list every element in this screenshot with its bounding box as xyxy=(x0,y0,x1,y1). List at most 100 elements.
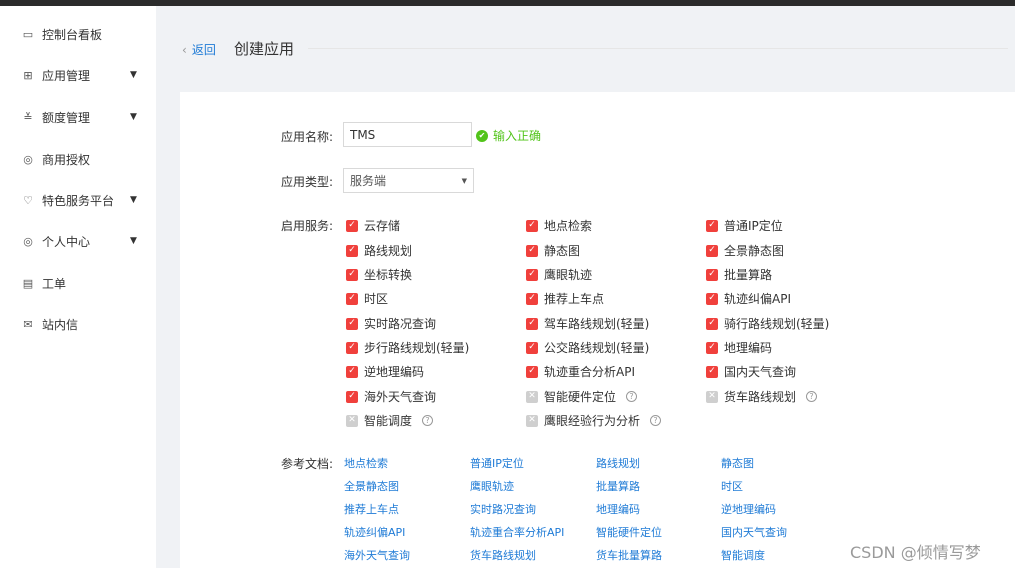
expand-arrow-icon[interactable]: ▼ xyxy=(130,70,137,80)
doc-link[interactable]: 鹰眼轨迹 xyxy=(470,478,514,494)
expand-arrow-icon[interactable]: ▼ xyxy=(130,112,137,122)
help-icon[interactable]: ? xyxy=(806,391,818,402)
service-label: 货车路线规划 xyxy=(724,390,797,404)
service-label: 骑行路线规划(轻量) xyxy=(724,317,830,331)
service-label: 轨迹纠偏API xyxy=(724,292,791,306)
service-checkbox[interactable]: ✓ 推荐上车点 xyxy=(526,290,604,307)
back-link[interactable]: ‹ 返回 xyxy=(182,41,216,58)
service-checkbox[interactable]: ✓ 海外天气查询 xyxy=(346,388,436,405)
service-checkbox[interactable]: ✓ 轨迹纠偏API xyxy=(706,290,791,307)
doc-link[interactable]: 货车批量算路 xyxy=(596,547,662,563)
sidebar: ▭ 控制台看板 ⊞ 应用管理 ▼ ≚ 额度管理 ▼ ◎ 商用授权 ♡ 特色服务平台 ▼ ◎ 个人中心 ▼ ▤ 工单… xyxy=(0,6,156,568)
service-label: 智能硬件定位 xyxy=(544,390,617,404)
doc-link[interactable]: 国内天气查询 xyxy=(721,524,787,540)
doc-link[interactable]: 推荐上车点 xyxy=(344,501,399,517)
doc-link[interactable]: 实时路况查询 xyxy=(470,501,536,517)
service-label: 驾车路线规划(轻量) xyxy=(544,317,650,331)
doc-link[interactable]: 时区 xyxy=(721,478,743,494)
doc-link[interactable]: 智能调度 xyxy=(721,547,765,563)
service-checkbox[interactable]: ✓ 公交路线规划(轻量) xyxy=(526,339,649,356)
service-checkbox[interactable]: ✕ 智能硬件定位? xyxy=(526,388,638,405)
doc-link[interactable]: 轨迹重合率分析API xyxy=(470,524,564,540)
service-checkbox[interactable]: ✓ 坐标转换 xyxy=(346,266,412,283)
service-label: 地点检索 xyxy=(544,219,593,233)
checkbox-disabled-icon: ✕ xyxy=(706,390,718,403)
sidebar-item-4[interactable]: ♡ 特色服务平台 ▼ xyxy=(0,186,156,214)
expand-arrow-icon[interactable]: ▼ xyxy=(130,236,137,246)
sidebar-item-2[interactable]: ≚ 额度管理 ▼ xyxy=(0,103,156,131)
sidebar-item-label: 商用授权 xyxy=(42,152,91,167)
header-divider xyxy=(308,48,1008,49)
service-checkbox[interactable]: ✓ 逆地理编码 xyxy=(346,363,424,380)
service-checkbox[interactable]: ✓ 时区 xyxy=(346,290,388,307)
service-checkbox[interactable]: ✓ 路线规划 xyxy=(346,242,412,259)
checkbox-checked-icon: ✓ xyxy=(526,219,538,232)
service-checkbox[interactable]: ✓ 云存储 xyxy=(346,217,400,234)
sidebar-item-5[interactable]: ◎ 个人中心 ▼ xyxy=(0,227,156,255)
service-checkbox[interactable]: ✓ 全景静态图 xyxy=(706,242,784,259)
help-icon[interactable]: ? xyxy=(422,415,434,426)
checkbox-disabled-icon: ✕ xyxy=(526,414,538,427)
doc-link[interactable]: 批量算路 xyxy=(596,478,640,494)
expand-arrow-icon[interactable]: ▼ xyxy=(130,195,137,205)
chevron-left-icon: ‹ xyxy=(182,43,187,57)
service-label: 鹰眼经验行为分析 xyxy=(544,414,641,428)
doc-link[interactable]: 路线规划 xyxy=(596,455,640,471)
app-name-input[interactable] xyxy=(343,122,472,147)
service-checkbox[interactable]: ✓ 驾车路线规划(轻量) xyxy=(526,315,649,332)
help-icon[interactable]: ? xyxy=(626,391,638,402)
service-checkbox[interactable]: ✓ 轨迹重合分析API xyxy=(526,363,635,380)
doc-link[interactable]: 轨迹纠偏API xyxy=(344,524,405,540)
app-type-select[interactable]: 服务端 ▼ xyxy=(343,168,474,193)
sidebar-item-label: 额度管理 xyxy=(42,110,91,125)
checkbox-checked-icon: ✓ xyxy=(706,219,718,232)
service-checkbox[interactable]: ✓ 静态图 xyxy=(526,242,580,259)
service-checkbox[interactable]: ✓ 地点检索 xyxy=(526,217,592,234)
service-label: 时区 xyxy=(364,292,389,306)
sidebar-item-label: 工单 xyxy=(42,276,67,291)
service-label: 普通IP定位 xyxy=(724,219,783,233)
service-checkbox[interactable]: ✓ 鹰眼轨迹 xyxy=(526,266,592,283)
doc-link[interactable]: 普通IP定位 xyxy=(470,455,524,471)
checkbox-checked-icon: ✓ xyxy=(526,341,538,354)
help-icon[interactable]: ? xyxy=(650,415,662,426)
check-circle-icon: ✔ xyxy=(476,129,488,142)
sidebar-item-6[interactable]: ▤ 工单 xyxy=(0,269,156,297)
checkbox-checked-icon: ✓ xyxy=(706,244,718,257)
service-checkbox[interactable]: ✕ 智能调度? xyxy=(346,412,434,429)
doc-link[interactable]: 货车路线规划 xyxy=(470,547,536,563)
checkbox-checked-icon: ✓ xyxy=(706,365,718,378)
service-checkbox[interactable]: ✓ 地理编码 xyxy=(706,339,772,356)
service-checkbox[interactable]: ✓ 步行路线规划(轻量) xyxy=(346,339,469,356)
mail-icon: ✉ xyxy=(23,317,33,331)
sidebar-item-1[interactable]: ⊞ 应用管理 ▼ xyxy=(0,61,156,89)
service-label: 鹰眼轨迹 xyxy=(544,268,593,282)
doc-link[interactable]: 智能硬件定位 xyxy=(596,524,662,540)
service-checkbox[interactable]: ✓ 国内天气查询 xyxy=(706,363,796,380)
sidebar-item-label: 特色服务平台 xyxy=(42,193,115,208)
clipboard-icon: ▤ xyxy=(22,276,34,290)
doc-link[interactable]: 地理编码 xyxy=(596,501,640,517)
service-checkbox[interactable]: ✕ 鹰眼经验行为分析? xyxy=(526,412,662,429)
service-checkbox[interactable]: ✕ 货车路线规划? xyxy=(706,388,818,405)
app-type-value: 服务端 xyxy=(350,174,387,188)
shield-check-icon: ◎ xyxy=(23,152,33,166)
service-checkbox[interactable]: ✓ 骑行路线规划(轻量) xyxy=(706,315,829,332)
user-circle-icon: ◎ xyxy=(23,234,33,248)
doc-link[interactable]: 海外天气查询 xyxy=(344,547,410,563)
service-label: 公交路线规划(轻量) xyxy=(544,341,650,355)
sidebar-item-0[interactable]: ▭ 控制台看板 xyxy=(0,20,156,48)
checkbox-checked-icon: ✓ xyxy=(346,390,358,403)
sidebar-item-7[interactable]: ✉ 站内信 xyxy=(0,310,156,338)
service-checkbox[interactable]: ✓ 实时路况查询 xyxy=(346,315,436,332)
checkbox-checked-icon: ✓ xyxy=(346,244,358,257)
service-checkbox[interactable]: ✓ 普通IP定位 xyxy=(706,217,783,234)
doc-link[interactable]: 全景静态图 xyxy=(344,478,399,494)
service-label: 批量算路 xyxy=(724,268,773,282)
doc-link[interactable]: 地点检索 xyxy=(344,455,388,471)
dashboard-icon: ▭ xyxy=(22,27,34,41)
service-checkbox[interactable]: ✓ 批量算路 xyxy=(706,266,772,283)
doc-link[interactable]: 静态图 xyxy=(721,455,754,471)
doc-link[interactable]: 逆地理编码 xyxy=(721,501,776,517)
sidebar-item-3[interactable]: ◎ 商用授权 xyxy=(0,145,156,173)
